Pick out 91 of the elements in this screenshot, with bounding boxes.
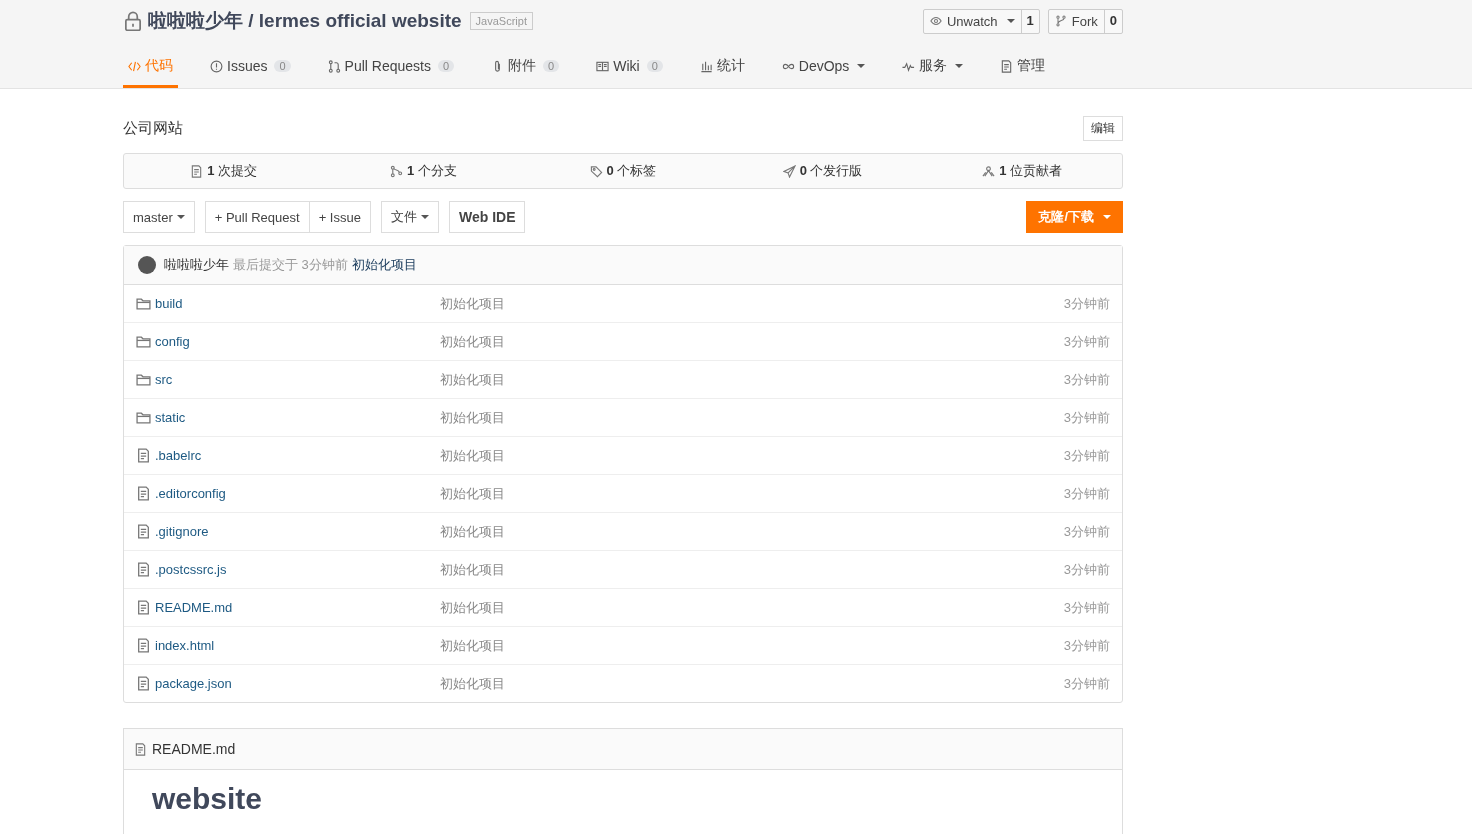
commit-message[interactable]: 初始化项目 (351, 256, 417, 274)
folder-link[interactable]: config (155, 334, 190, 349)
document-icon (134, 742, 147, 756)
commit-time: 3分钟前 (1063, 332, 1110, 351)
commit-time: 3分钟前 (1063, 674, 1110, 693)
alert-circle-icon (210, 59, 223, 73)
fork-button[interactable]: Fork (1048, 9, 1104, 33)
file-link[interactable]: .postcssrc.js (155, 562, 227, 577)
nav-tab[interactable]: Wiki 0 (591, 47, 668, 88)
watch-button[interactable]: Unwatch (923, 9, 1021, 33)
stat-link[interactable]: 0 个发行版 (799, 162, 863, 180)
document-icon (136, 486, 151, 501)
commit-time: 3分钟前 (1063, 636, 1110, 655)
file-link[interactable]: .babelrc (155, 448, 202, 463)
document-icon (136, 562, 151, 577)
readme-heading: website (152, 782, 264, 816)
document-icon (136, 638, 151, 653)
code-icon (128, 59, 141, 73)
caret-icon (1006, 19, 1015, 23)
nav-tab[interactable]: 服务 (897, 47, 969, 88)
pull-request-icon (327, 59, 341, 73)
file-link[interactable]: README.md (155, 600, 233, 615)
folder-link[interactable]: src (155, 372, 173, 387)
repo-description: 公司网站 (123, 119, 183, 138)
file-link[interactable]: .editorconfig (155, 486, 226, 501)
nav-tab[interactable]: DevOps (776, 47, 871, 88)
commit-time: 3分钟前 (1063, 446, 1110, 465)
readme-filename: README.md (152, 741, 236, 757)
nav-tab[interactable]: 附件 0 (486, 47, 565, 88)
file-dropdown[interactable]: 文件 (380, 201, 439, 233)
commit-time: 3分钟前 (1063, 370, 1110, 389)
commit-time: 3分钟前 (1063, 560, 1110, 579)
folder-icon (136, 410, 151, 425)
folder-icon (136, 334, 151, 349)
commit-time: 3分钟前 (1063, 522, 1110, 541)
eye-icon (929, 15, 942, 27)
stat-link[interactable]: 1 位贡献者 (999, 162, 1063, 180)
branch-dropdown[interactable]: master (123, 201, 195, 233)
action-button[interactable]: + Pull Request (204, 201, 310, 233)
repo-title[interactable]: 啦啦啦少年 / lermes official website (148, 8, 462, 34)
file-link[interactable]: .gitignore (155, 524, 209, 539)
commit-time: 3分钟前 (1063, 484, 1110, 503)
commit-message-link[interactable]: 初始化项目 (440, 409, 505, 425)
commit-time: 3分钟前 (1063, 598, 1110, 617)
web-ide-button[interactable]: Web IDE (448, 201, 526, 233)
avatar (138, 256, 156, 274)
folder-link[interactable]: build (155, 296, 183, 311)
paper-plane-icon (782, 164, 796, 178)
commit-message-link[interactable]: 初始化项目 (440, 523, 505, 539)
nav-tab[interactable]: Issues 0 (205, 47, 296, 88)
people-icon (982, 164, 996, 178)
document-icon (136, 448, 151, 463)
commit-message-link[interactable]: 初始化项目 (440, 561, 505, 577)
stat-link[interactable]: 0 个标签 (606, 162, 657, 180)
tag-icon (589, 164, 603, 178)
nav-tab[interactable]: Pull Requests 0 (322, 47, 460, 88)
commit-time: 3分钟前 (1063, 294, 1110, 313)
language-badge: JavaScript (469, 12, 533, 30)
document-icon (136, 600, 151, 615)
watch-count[interactable]: 1 (1020, 9, 1039, 33)
file-link[interactable]: index.html (155, 638, 215, 653)
stat-link[interactable]: 1 次提交 (207, 162, 258, 180)
action-button[interactable]: + Issue (309, 201, 371, 233)
document-icon (136, 524, 151, 539)
commit-message-link[interactable]: 初始化项目 (440, 333, 505, 349)
commit-message-link[interactable]: 初始化项目 (440, 675, 505, 691)
stat-link[interactable]: 1 个分支 (406, 162, 457, 180)
fork-count[interactable]: 0 (1103, 9, 1122, 33)
document-icon (136, 676, 151, 691)
commit-message-link[interactable]: 初始化项目 (440, 447, 505, 463)
commit-message-link[interactable]: 初始化项目 (440, 599, 505, 615)
commit-info: 最后提交于 3分钟前 (233, 256, 348, 274)
book-icon (596, 59, 610, 73)
commit-message-link[interactable]: 初始化项目 (440, 637, 505, 653)
commit-message-link[interactable]: 初始化项目 (440, 371, 505, 387)
folder-icon (136, 372, 151, 387)
nav-tab[interactable]: 统计 (694, 47, 750, 88)
document-icon (1000, 59, 1014, 73)
author-link[interactable]: 啦啦啦少年 (164, 256, 229, 274)
branch-icon (1054, 15, 1067, 27)
commit-message-link[interactable]: 初始化项目 (440, 485, 505, 501)
folder-link[interactable]: static (155, 410, 186, 425)
file-link[interactable]: package.json (155, 676, 232, 691)
nav-tab[interactable]: 管理 (995, 47, 1051, 88)
document-icon (190, 164, 204, 178)
branch-icon (389, 164, 403, 178)
commit-time: 3分钟前 (1063, 408, 1110, 427)
edit-button[interactable]: 编辑 (1083, 116, 1123, 141)
folder-icon (136, 296, 151, 311)
bar-chart-icon (699, 59, 713, 73)
commit-message-link[interactable]: 初始化项目 (440, 295, 505, 311)
